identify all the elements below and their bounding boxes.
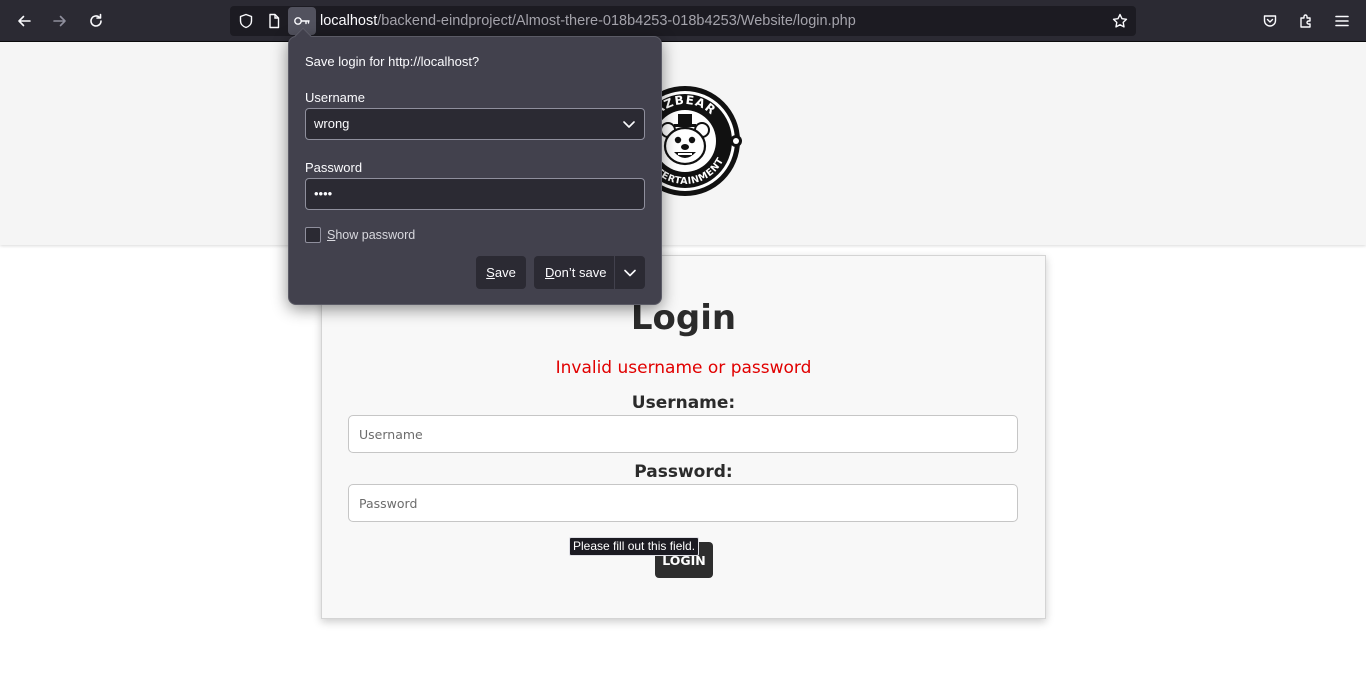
dont-save-accesskey: D [545,265,555,280]
validation-tooltip: Please fill out this field. [569,537,700,556]
show-password-checkbox[interactable] [305,227,321,243]
extensions-button[interactable] [1292,7,1320,35]
url-bar[interactable]: localhost/backend-eindproject/Almost-the… [230,6,1136,36]
login-card: Login Invalid username or password Usern… [321,255,1046,619]
pocket-icon [1263,15,1277,27]
popup-password-label: Password [305,160,363,175]
popup-password-value: •••• [314,186,333,201]
page-icon [269,13,280,29]
url-text[interactable]: localhost/backend-eindproject/Almost-the… [320,13,856,29]
back-arrow-icon [18,15,31,27]
star-icon [1112,13,1128,28]
username-input[interactable] [348,415,1018,453]
shield-icon [239,13,253,29]
popup-title: Save login for http://localhost? [305,54,480,69]
dont-save-button[interactable]: Don’t save [534,256,645,289]
popup-username-select[interactable]: wrong [305,108,645,140]
reload-icon [90,13,102,27]
show-password-label-rest: how password [335,228,416,242]
show-password-row[interactable]: Show password [305,227,415,243]
popup-password-input[interactable]: •••• [305,178,645,210]
save-accesskey: S [486,265,495,280]
popup-username-value: wrong [314,116,350,131]
save-label-rest: ave [494,265,516,280]
error-message: Invalid username or password [555,358,812,378]
button-separator [614,256,615,289]
save-login-popup: Save login for http://localhost? Usernam… [288,27,662,305]
save-button[interactable]: Save [476,256,526,289]
extensions-icon [1300,14,1311,28]
forward-button[interactable] [46,7,74,35]
reload-button[interactable] [82,7,110,35]
chevron-down-icon[interactable] [623,266,637,280]
password-label: Password: [634,462,733,482]
menu-icon [1335,15,1349,27]
forward-arrow-icon [53,15,66,27]
app-menu-button[interactable] [1328,7,1356,35]
site-info-button[interactable] [260,7,288,35]
pocket-button[interactable] [1256,7,1284,35]
bookmark-button[interactable] [1106,7,1134,35]
password-input[interactable] [348,484,1018,522]
username-label: Username: [631,393,736,413]
dont-save-label-rest: on’t save [554,265,607,280]
back-button[interactable] [10,7,38,35]
popup-username-label: Username [305,90,365,105]
show-password-label: Show password [327,228,415,242]
tracking-protection-button[interactable] [232,7,260,35]
chevron-down-icon [623,121,635,128]
url-host: localhost [320,13,378,29]
site-header: AZBEAR ENTERTAINMENT [0,42,1366,245]
url-path: /backend-eindproject/Almost-there-018b42… [377,13,856,29]
browser-toolbar: localhost/backend-eindproject/Almost-the… [0,0,1366,42]
